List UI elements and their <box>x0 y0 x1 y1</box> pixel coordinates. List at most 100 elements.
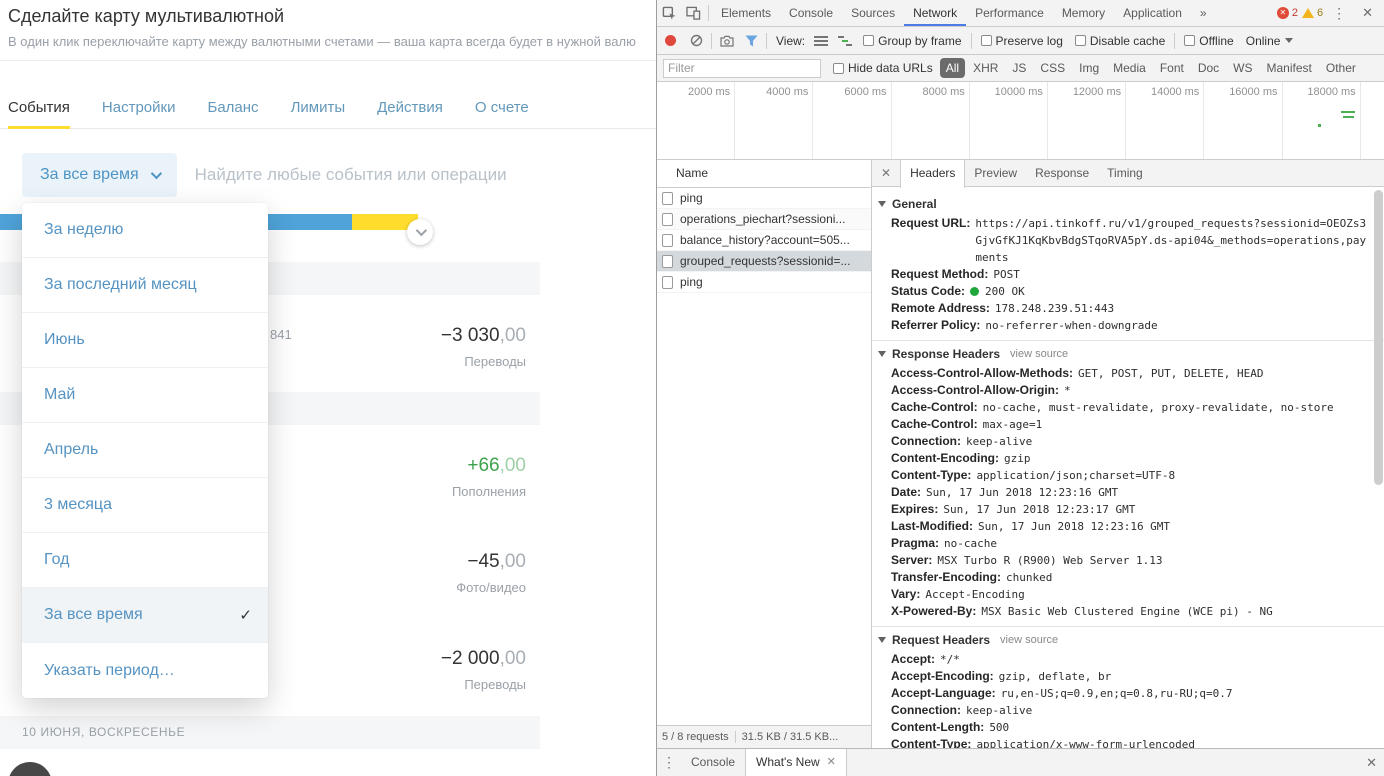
detail-tab[interactable]: Timing <box>1098 160 1152 187</box>
disable-cache-checkbox[interactable]: Disable cache <box>1074 34 1165 48</box>
more-tabs-button[interactable]: » <box>1191 1 1216 26</box>
resource-type-pill[interactable]: Img <box>1073 58 1105 78</box>
devtools-tab[interactable]: Memory <box>1053 1 1114 26</box>
drawer-tab-console[interactable]: Console <box>681 749 745 776</box>
transaction-row[interactable]: −45,00 Фото/видео <box>456 551 526 595</box>
view-overview-icon[interactable] <box>833 28 857 54</box>
devtools-close-icon[interactable]: ✕ <box>1355 5 1380 21</box>
close-detail-icon[interactable]: ✕ <box>872 166 900 180</box>
timeline-label: 4000 ms <box>735 82 814 159</box>
avatar[interactable] <box>8 762 52 776</box>
disclosure-triangle-icon <box>878 351 886 357</box>
resource-type-pill[interactable]: Font <box>1154 58 1190 78</box>
devtools-tab[interactable]: Sources <box>842 1 904 26</box>
request-headers-section-header[interactable]: Request Headers view source <box>878 633 1370 647</box>
response-headers-section-header[interactable]: Response Headers view source <box>878 347 1370 361</box>
devtools-tab[interactable]: Performance <box>966 1 1053 26</box>
hide-data-urls-checkbox[interactable]: Hide data URLs <box>833 61 933 75</box>
header-value: gzip <box>1003 452 1031 465</box>
resource-type-pill[interactable]: CSS <box>1034 58 1071 78</box>
warning-icon <box>1301 8 1314 18</box>
network-filter-input[interactable] <box>663 58 821 78</box>
resource-type-pill[interactable]: Doc <box>1192 58 1225 78</box>
scrollbar-thumb[interactable] <box>1374 190 1383 485</box>
period-dropdown-item[interactable]: Май <box>22 368 268 423</box>
general-section-header[interactable]: General <box>878 197 1370 211</box>
view-list-icon[interactable] <box>809 28 833 54</box>
devtools-tab[interactable]: Application <box>1114 1 1191 26</box>
period-dropdown-item[interactable]: Июнь <box>22 313 268 368</box>
devtools-tab[interactable]: Console <box>780 1 842 26</box>
request-row[interactable]: ping <box>657 188 871 209</box>
header-name: Vary: <box>891 587 921 601</box>
resource-type-pill[interactable]: Manifest <box>1261 58 1318 78</box>
transaction-row[interactable]: −2 000,00 Переводы <box>441 648 526 692</box>
period-filter-button[interactable]: За все время <box>22 153 177 197</box>
collapse-bar-button[interactable] <box>407 219 433 245</box>
drawer-close-icon[interactable]: ✕ <box>1359 755 1384 771</box>
close-tab-icon[interactable]: ✕ <box>827 749 836 776</box>
devtools-tab[interactable]: Elements <box>712 1 780 26</box>
period-dropdown-item[interactable]: Указать период… <box>22 643 268 698</box>
period-dropdown-item[interactable]: За неделю <box>22 203 268 258</box>
drawer-menu-icon[interactable]: ⋮ <box>657 754 681 771</box>
period-dropdown-item-label: Июнь <box>44 331 85 348</box>
throttling-select[interactable]: Online <box>1246 34 1294 48</box>
resource-type-pill[interactable]: WS <box>1227 58 1258 78</box>
clear-icon[interactable] <box>684 28 708 54</box>
resource-type-pill[interactable]: Media <box>1107 58 1152 78</box>
detail-tab[interactable]: Preview <box>965 160 1026 187</box>
resource-type-pill[interactable]: All <box>939 58 966 78</box>
transaction-row[interactable]: −3 030,00 Переводы <box>441 325 526 369</box>
screenshot-capture-icon[interactable] <box>715 28 739 54</box>
resource-type-pill[interactable]: XHR <box>967 58 1004 78</box>
period-dropdown-item[interactable]: За все время ✓ <box>22 588 268 643</box>
name-column-header[interactable]: Name <box>657 160 871 188</box>
header-line: Cache-Control: no-cache, must-revalidate… <box>878 399 1370 416</box>
request-name: balance_history?account=505... <box>680 233 850 247</box>
period-dropdown-item[interactable]: Апрель <box>22 423 268 478</box>
resource-type-pill[interactable]: Other <box>1320 58 1362 78</box>
period-dropdown-item[interactable]: За последний месяц <box>22 258 268 313</box>
filter-funnel-icon[interactable] <box>739 28 763 54</box>
view-source-link[interactable]: view source <box>1010 348 1068 360</box>
request-row[interactable]: balance_history?account=505... <box>657 230 871 251</box>
events-search-input[interactable] <box>176 165 634 185</box>
account-tab[interactable]: События <box>8 92 70 129</box>
period-dropdown-item-label: За последний месяц <box>44 276 197 293</box>
network-overview-timeline[interactable]: 2000 ms 4000 ms 6000 ms 8000 ms 10000 ms 1200… <box>657 82 1384 160</box>
preserve-log-checkbox[interactable]: Preserve log <box>980 34 1063 48</box>
header-value: gzip, deflate, br <box>998 670 1112 683</box>
offline-checkbox[interactable]: Offline <box>1184 34 1234 48</box>
warning-count-badge[interactable]: 6 <box>1301 7 1323 19</box>
period-dropdown-item[interactable]: 3 месяца <box>22 478 268 533</box>
drawer-tab-whats-new[interactable]: What's New ✕ <box>745 748 847 776</box>
error-count-badge[interactable]: ✕ 2 <box>1276 7 1298 19</box>
group-by-frame-checkbox[interactable]: Group by frame <box>863 34 962 48</box>
summary-separator <box>734 731 736 743</box>
devtools-tab[interactable]: Network <box>904 1 966 26</box>
devtools-menu-icon[interactable]: ⋮ <box>1327 5 1351 22</box>
view-source-link[interactable]: view source <box>1000 634 1058 646</box>
inspect-element-icon[interactable] <box>657 0 681 26</box>
account-tab[interactable]: Настройки <box>102 92 176 129</box>
account-tab[interactable]: Баланс <box>207 92 258 129</box>
transaction-row[interactable]: +66,00 Пополнения <box>452 455 526 499</box>
account-tab[interactable]: О счете <box>475 92 529 129</box>
header-line: Access-Control-Allow-Origin: * <box>878 382 1370 399</box>
detail-tab[interactable]: Response <box>1026 160 1098 187</box>
resource-type-pill[interactable]: JS <box>1006 58 1032 78</box>
account-tab[interactable]: Действия <box>377 92 443 129</box>
record-button[interactable] <box>665 35 676 46</box>
period-dropdown-item[interactable]: Год <box>22 533 268 588</box>
account-tab[interactable]: Лимиты <box>291 92 346 129</box>
request-row[interactable]: ping <box>657 272 871 293</box>
device-toolbar-icon[interactable] <box>681 0 705 26</box>
request-row[interactable]: operations_piechart?sessioni... <box>657 209 871 230</box>
request-row[interactable]: grouped_requests?sessionid=... <box>657 251 871 272</box>
detail-tab[interactable]: Headers <box>900 160 966 188</box>
header-value: 178.248.239.51:443 <box>994 302 1115 315</box>
file-icon <box>662 191 673 205</box>
header-value: Sun, 17 Jun 2018 12:23:16 GMT <box>978 520 1171 533</box>
account-tabs: События Настройки Баланс Лимиты Действия О сч… <box>0 92 656 129</box>
